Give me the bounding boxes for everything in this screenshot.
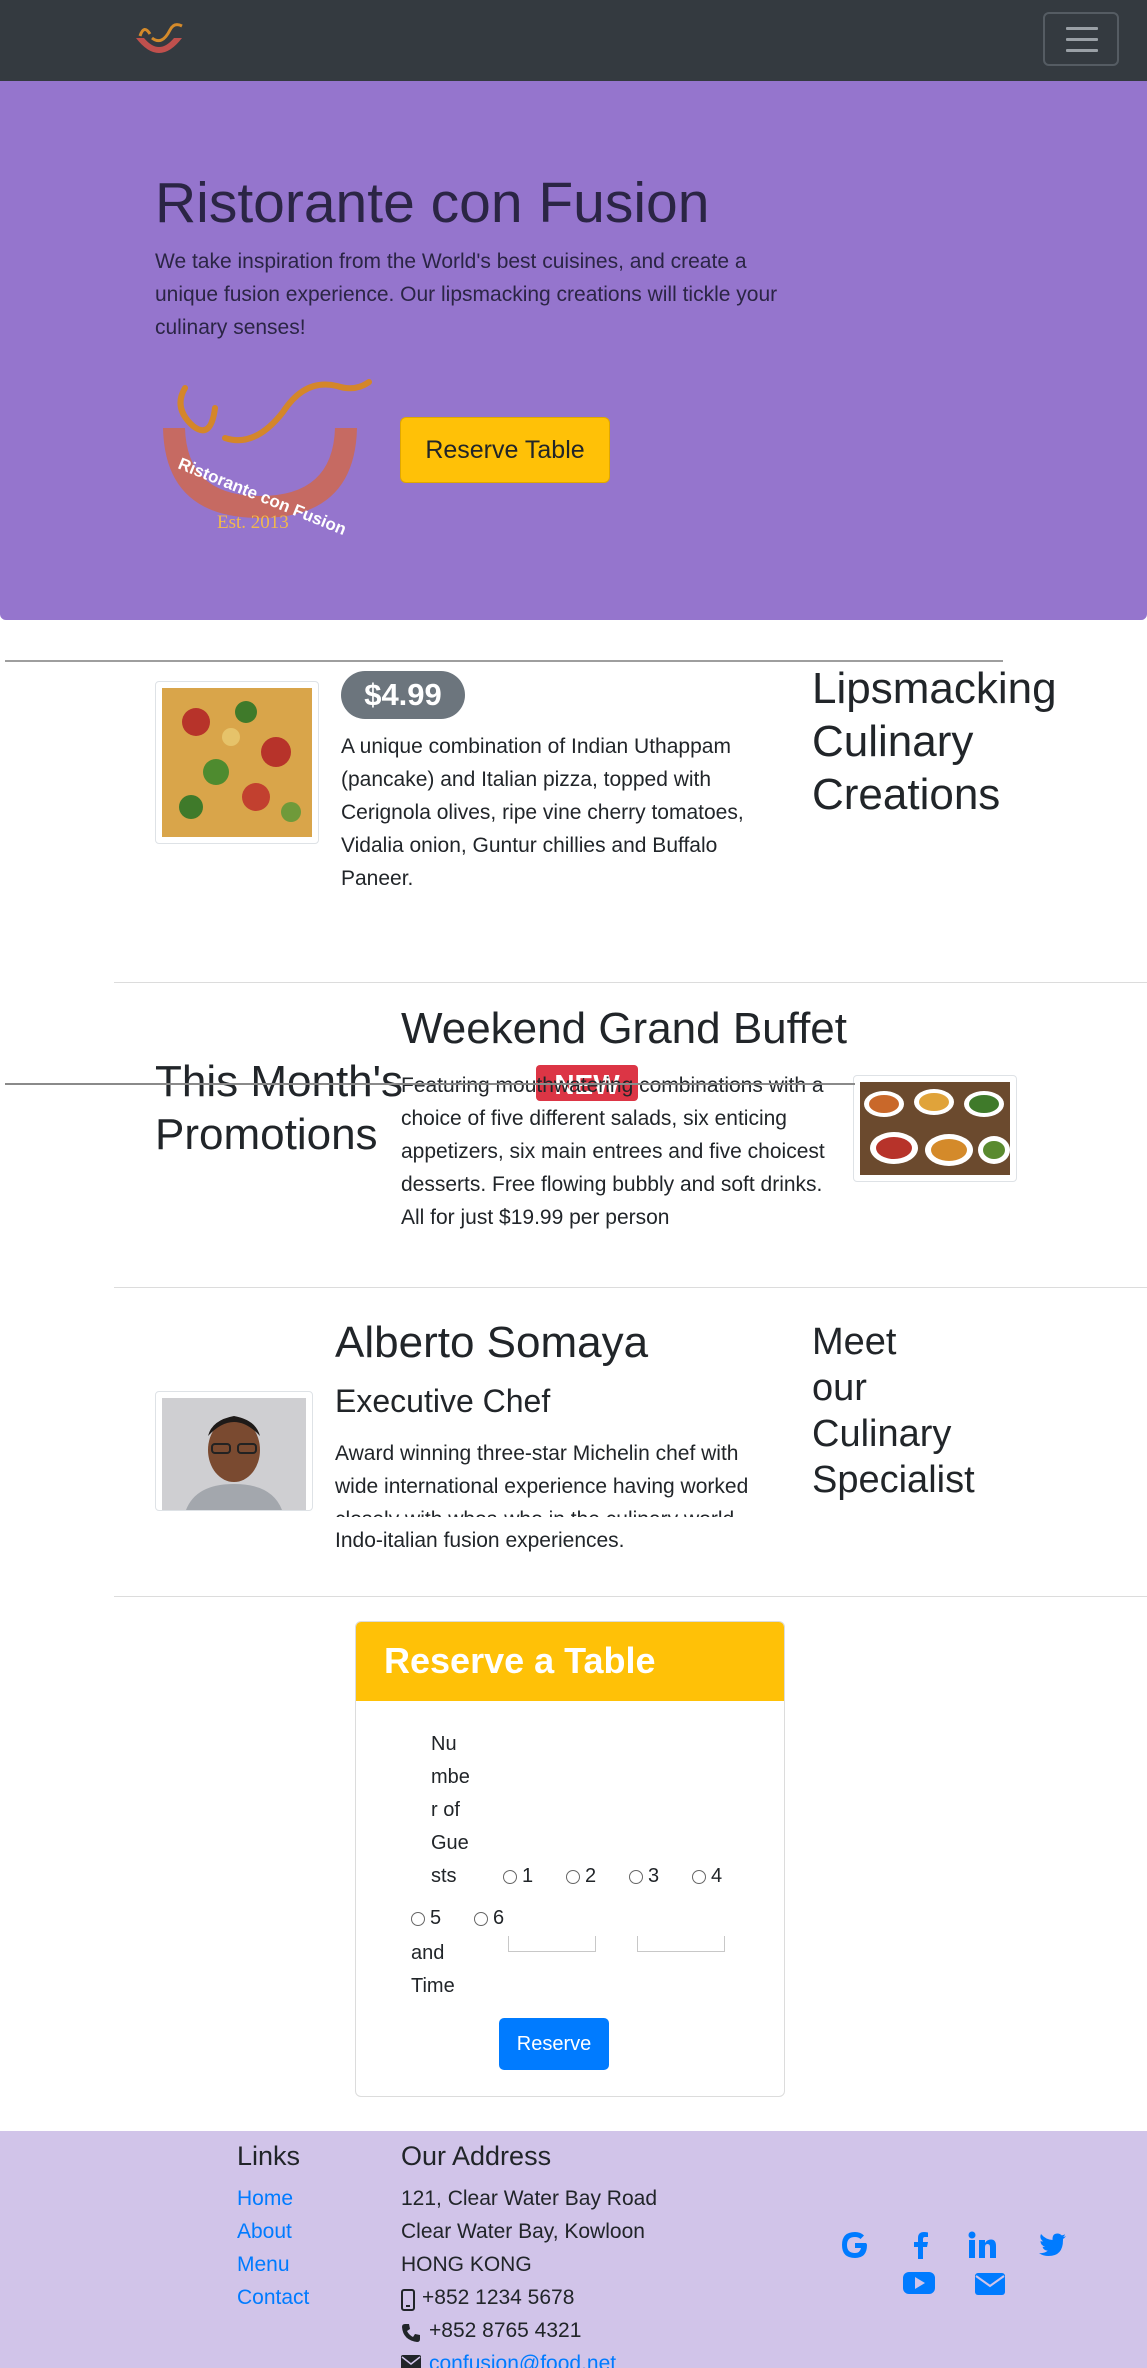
navbar: [0, 0, 1147, 81]
chef-description: Award winning three-star Michelin chef w…: [335, 1442, 749, 1552]
guests-radio-6[interactable]: [474, 1912, 488, 1926]
navbar-toggler-button[interactable]: [1043, 12, 1119, 66]
footer-link-home[interactable]: Home: [237, 2187, 293, 2211]
page-title: Ristorante con Fusion: [155, 171, 710, 235]
reserve-table-button[interactable]: Reserve Table: [400, 417, 610, 483]
chef-role: Executive Chef: [335, 1383, 551, 1419]
chef-name: Alberto Somaya: [335, 1318, 649, 1367]
guests-radio-2[interactable]: [566, 1870, 580, 1884]
mobile-phone-icon: [401, 2289, 417, 2311]
promotions-heading: This Month's Promotions: [155, 1057, 404, 1159]
guests-option-label: 1: [522, 1865, 534, 1887]
footer: Links Home About Menu Contact Our Addres…: [0, 2131, 1147, 2368]
guests-option-label: 3: [648, 1865, 660, 1887]
dishes-heading: Lipsmacking Culinary Creations: [812, 664, 1057, 819]
phone-number: +852 1234 5678: [422, 2286, 575, 2309]
links-heading: Links: [237, 2141, 301, 2171]
logo-est-text: Est. 2013: [217, 512, 289, 533]
phone-icon: [401, 2323, 421, 2343]
address-line: Clear Water Bay, Kowloon: [401, 2220, 645, 2243]
hamburger-icon: [1066, 27, 1098, 30]
envelope-icon: [401, 2355, 421, 2368]
promotion-title: Weekend Grand Buffet: [401, 1004, 847, 1053]
youtube-icon[interactable]: [902, 2271, 936, 2297]
guests-radio-4[interactable]: [692, 1870, 706, 1884]
date-time-label: and Time: [411, 1942, 455, 1997]
linkedin-icon[interactable]: [966, 2229, 1000, 2263]
guests-radio-3[interactable]: [629, 1870, 643, 1884]
address-line: HONG KONG: [401, 2253, 532, 2276]
email-link[interactable]: confusion@food.net: [429, 2352, 616, 2368]
footer-link-menu[interactable]: Menu: [237, 2253, 290, 2277]
google-icon[interactable]: [839, 2229, 873, 2263]
dish-description: A unique combination of Indian Uthappam …: [341, 735, 744, 890]
guests-option-label: 5: [430, 1907, 442, 1929]
guests-option-label: 4: [711, 1865, 723, 1887]
twitter-icon[interactable]: [1036, 2229, 1070, 2263]
buffet-image: [853, 1075, 1017, 1182]
guests-radio-1[interactable]: [503, 1870, 517, 1884]
restaurant-logo-icon: Ristorante con Fusion Est. 2013: [155, 368, 380, 539]
guests-option-label: 2: [585, 1865, 597, 1887]
date-input[interactable]: [508, 1936, 596, 1952]
promotion-description: Featuring mouthwatering combinations wit…: [401, 1074, 825, 1229]
leaders-heading: Meet our Culinary Specialist: [812, 1321, 975, 1501]
fax-number: +852 8765 4321: [429, 2319, 582, 2342]
guests-label: Nu mbe r of Gue sts: [431, 1733, 470, 1887]
reserve-submit-button[interactable]: Reserve: [499, 2018, 609, 2070]
price-badge: $4.99: [341, 671, 465, 719]
reservation-card: Reserve a Table Nu mbe r of Gue sts 1 2 …: [355, 1621, 785, 2097]
footer-link-contact[interactable]: Contact: [237, 2286, 309, 2310]
footer-link-about[interactable]: About: [237, 2220, 292, 2244]
reservation-title: Reserve a Table: [384, 1640, 656, 1681]
guests-radio-5[interactable]: [411, 1912, 425, 1926]
chef-photo: [155, 1391, 313, 1511]
time-input[interactable]: [637, 1936, 725, 1952]
dish-image: [155, 681, 319, 844]
address-heading: Our Address: [401, 2141, 552, 2171]
intro-text: We take inspiration from the World's bes…: [155, 250, 778, 339]
jumbotron: [0, 81, 1147, 620]
restaurant-logo-icon[interactable]: [130, 16, 188, 66]
facebook-icon[interactable]: [905, 2229, 939, 2263]
guests-option-label: 6: [493, 1907, 505, 1929]
address-line: 121, Clear Water Bay Road: [401, 2187, 658, 2210]
mail-icon[interactable]: [975, 2273, 1007, 2295]
